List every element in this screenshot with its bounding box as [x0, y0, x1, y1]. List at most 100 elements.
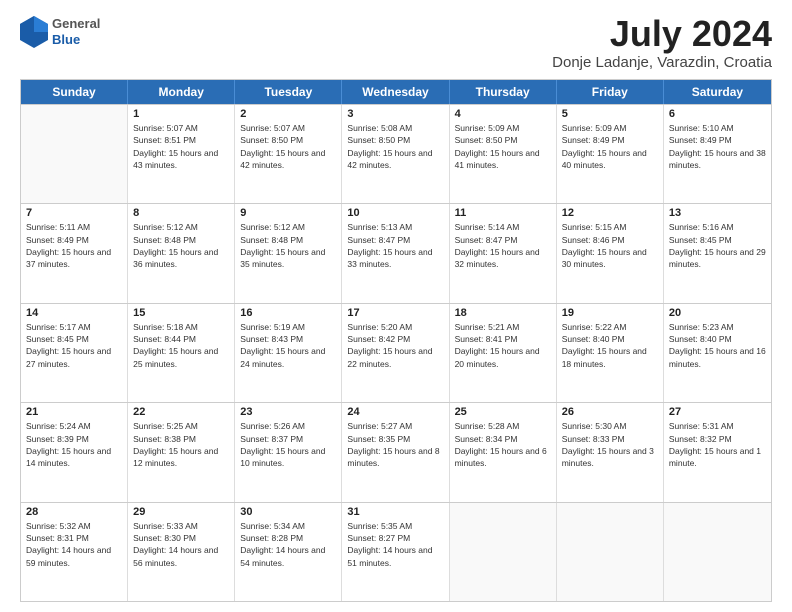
cal-cell-0-0 — [21, 105, 128, 203]
day-number: 8 — [133, 207, 229, 219]
day-info: Sunrise: 5:10 AM Sunset: 8:49 PM Dayligh… — [669, 122, 766, 171]
logo-icon — [20, 16, 48, 48]
day-number: 1 — [133, 108, 229, 120]
cal-cell-4-5 — [557, 503, 664, 601]
day-number: 12 — [562, 207, 658, 219]
cal-cell-1-6: 13 Sunrise: 5:16 AM Sunset: 8:45 PM Dayli… — [664, 204, 771, 302]
day-number: 2 — [240, 108, 336, 120]
day-info: Sunrise: 5:26 AM Sunset: 8:37 PM Dayligh… — [240, 420, 336, 469]
day-number: 4 — [455, 108, 551, 120]
day-number: 3 — [347, 108, 443, 120]
cal-cell-2-6: 20 Sunrise: 5:23 AM Sunset: 8:40 PM Dayli… — [664, 304, 771, 402]
cal-header-sunday: Sunday — [21, 80, 128, 104]
cal-header-saturday: Saturday — [664, 80, 771, 104]
calendar-header-row: SundayMondayTuesdayWednesdayThursdayFrid… — [21, 80, 771, 104]
cal-cell-2-5: 19Sunrise: 5:22 AM Sunset: 8:40 PM Dayli… — [557, 304, 664, 402]
day-info: Sunrise: 5:14 AM Sunset: 8:47 PM Dayligh… — [455, 221, 551, 270]
day-number: 20 — [669, 307, 766, 319]
day-number: 22 — [133, 406, 229, 418]
day-number: 7 — [26, 207, 122, 219]
day-number: 27 — [669, 406, 766, 418]
cal-cell-3-5: 26 Sunrise: 5:30 AM Sunset: 8:33 PM Dayli… — [557, 403, 664, 501]
page: General Blue July 2024 Donje Ladanje, Va… — [0, 0, 792, 612]
day-number: 16 — [240, 307, 336, 319]
day-number: 13 — [669, 207, 766, 219]
day-info: Sunrise: 5:12 AM Sunset: 8:48 PM Dayligh… — [133, 221, 229, 270]
cal-cell-0-3: 3Sunrise: 5:08 AM Sunset: 8:50 PM Daylig… — [342, 105, 449, 203]
cal-cell-0-5: 5Sunrise: 5:09 AM Sunset: 8:49 PM Daylig… — [557, 105, 664, 203]
cal-cell-4-0: 28Sunrise: 5:32 AM Sunset: 8:31 PM Dayli… — [21, 503, 128, 601]
cal-cell-1-1: 8 Sunrise: 5:12 AM Sunset: 8:48 PM Daylig… — [128, 204, 235, 302]
cal-cell-2-3: 17Sunrise: 5:20 AM Sunset: 8:42 PM Dayli… — [342, 304, 449, 402]
day-number: 26 — [562, 406, 658, 418]
day-info: Sunrise: 5:13 AM Sunset: 8:47 PM Dayligh… — [347, 221, 443, 270]
cal-cell-0-1: 1Sunrise: 5:07 AM Sunset: 8:51 PM Daylig… — [128, 105, 235, 203]
cal-cell-4-2: 30Sunrise: 5:34 AM Sunset: 8:28 PM Dayli… — [235, 503, 342, 601]
cal-row-0: 1Sunrise: 5:07 AM Sunset: 8:51 PM Daylig… — [21, 104, 771, 203]
day-info: Sunrise: 5:33 AM Sunset: 8:30 PM Dayligh… — [133, 520, 229, 569]
cal-cell-1-5: 12 Sunrise: 5:15 AM Sunset: 8:46 PM Dayli… — [557, 204, 664, 302]
cal-cell-3-2: 23 Sunrise: 5:26 AM Sunset: 8:37 PM Dayli… — [235, 403, 342, 501]
cal-cell-4-3: 31 Sunrise: 5:35 AM Sunset: 8:27 PM Dayli… — [342, 503, 449, 601]
day-info: Sunrise: 5:31 AM Sunset: 8:32 PM Dayligh… — [669, 420, 766, 469]
cal-cell-1-4: 11 Sunrise: 5:14 AM Sunset: 8:47 PM Dayli… — [450, 204, 557, 302]
cal-cell-3-0: 21Sunrise: 5:24 AM Sunset: 8:39 PM Dayli… — [21, 403, 128, 501]
cal-cell-2-1: 15 Sunrise: 5:18 AM Sunset: 8:44 PM Dayli… — [128, 304, 235, 402]
day-number: 19 — [562, 307, 658, 319]
day-number: 6 — [669, 108, 766, 120]
cal-cell-3-6: 27 Sunrise: 5:31 AM Sunset: 8:32 PM Dayli… — [664, 403, 771, 501]
day-number: 11 — [455, 207, 551, 219]
cal-cell-1-0: 7 Sunrise: 5:11 AM Sunset: 8:49 PM Daylig… — [21, 204, 128, 302]
day-number: 29 — [133, 506, 229, 518]
day-number: 14 — [26, 307, 122, 319]
cal-header-friday: Friday — [557, 80, 664, 104]
day-info: Sunrise: 5:07 AM Sunset: 8:50 PM Dayligh… — [240, 122, 336, 171]
day-number: 24 — [347, 406, 443, 418]
month-year-title: July 2024 — [552, 16, 772, 52]
day-number: 18 — [455, 307, 551, 319]
day-info: Sunrise: 5:25 AM Sunset: 8:38 PM Dayligh… — [133, 420, 229, 469]
day-info: Sunrise: 5:35 AM Sunset: 8:27 PM Dayligh… — [347, 520, 443, 569]
cal-cell-0-4: 4Sunrise: 5:09 AM Sunset: 8:50 PM Daylig… — [450, 105, 557, 203]
day-info: Sunrise: 5:27 AM Sunset: 8:35 PM Dayligh… — [347, 420, 443, 469]
cal-cell-4-4 — [450, 503, 557, 601]
cal-cell-2-2: 16 Sunrise: 5:19 AM Sunset: 8:43 PM Dayli… — [235, 304, 342, 402]
cal-row-1: 7 Sunrise: 5:11 AM Sunset: 8:49 PM Daylig… — [21, 203, 771, 302]
cal-cell-0-6: 6 Sunrise: 5:10 AM Sunset: 8:49 PM Daylig… — [664, 105, 771, 203]
day-info: Sunrise: 5:23 AM Sunset: 8:40 PM Dayligh… — [669, 321, 766, 370]
cal-row-4: 28Sunrise: 5:32 AM Sunset: 8:31 PM Dayli… — [21, 502, 771, 601]
logo-blue: Blue — [52, 32, 100, 48]
cal-cell-0-2: 2 Sunrise: 5:07 AM Sunset: 8:50 PM Daylig… — [235, 105, 342, 203]
location-label: Donje Ladanje, Varazdin, Croatia — [552, 54, 772, 71]
cal-row-3: 21Sunrise: 5:24 AM Sunset: 8:39 PM Dayli… — [21, 402, 771, 501]
day-number: 10 — [347, 207, 443, 219]
cal-cell-3-1: 22 Sunrise: 5:25 AM Sunset: 8:38 PM Dayli… — [128, 403, 235, 501]
day-info: Sunrise: 5:21 AM Sunset: 8:41 PM Dayligh… — [455, 321, 551, 370]
day-number: 17 — [347, 307, 443, 319]
cal-header-wednesday: Wednesday — [342, 80, 449, 104]
day-number: 23 — [240, 406, 336, 418]
day-info: Sunrise: 5:30 AM Sunset: 8:33 PM Dayligh… — [562, 420, 658, 469]
cal-row-2: 14Sunrise: 5:17 AM Sunset: 8:45 PM Dayli… — [21, 303, 771, 402]
day-number: 31 — [347, 506, 443, 518]
day-info: Sunrise: 5:18 AM Sunset: 8:44 PM Dayligh… — [133, 321, 229, 370]
day-number: 15 — [133, 307, 229, 319]
day-info: Sunrise: 5:16 AM Sunset: 8:45 PM Dayligh… — [669, 221, 766, 270]
day-info: Sunrise: 5:15 AM Sunset: 8:46 PM Dayligh… — [562, 221, 658, 270]
cal-header-thursday: Thursday — [450, 80, 557, 104]
day-info: Sunrise: 5:34 AM Sunset: 8:28 PM Dayligh… — [240, 520, 336, 569]
day-info: Sunrise: 5:12 AM Sunset: 8:48 PM Dayligh… — [240, 221, 336, 270]
day-number: 5 — [562, 108, 658, 120]
day-info: Sunrise: 5:19 AM Sunset: 8:43 PM Dayligh… — [240, 321, 336, 370]
logo-text: General Blue — [52, 16, 100, 47]
cal-cell-4-6 — [664, 503, 771, 601]
day-info: Sunrise: 5:32 AM Sunset: 8:31 PM Dayligh… — [26, 520, 122, 569]
cal-header-monday: Monday — [128, 80, 235, 104]
cal-cell-2-0: 14Sunrise: 5:17 AM Sunset: 8:45 PM Dayli… — [21, 304, 128, 402]
cal-cell-3-4: 25 Sunrise: 5:28 AM Sunset: 8:34 PM Dayli… — [450, 403, 557, 501]
header: General Blue July 2024 Donje Ladanje, Va… — [20, 16, 772, 71]
cal-cell-3-3: 24 Sunrise: 5:27 AM Sunset: 8:35 PM Dayli… — [342, 403, 449, 501]
day-number: 25 — [455, 406, 551, 418]
day-info: Sunrise: 5:11 AM Sunset: 8:49 PM Dayligh… — [26, 221, 122, 270]
day-info: Sunrise: 5:28 AM Sunset: 8:34 PM Dayligh… — [455, 420, 551, 469]
